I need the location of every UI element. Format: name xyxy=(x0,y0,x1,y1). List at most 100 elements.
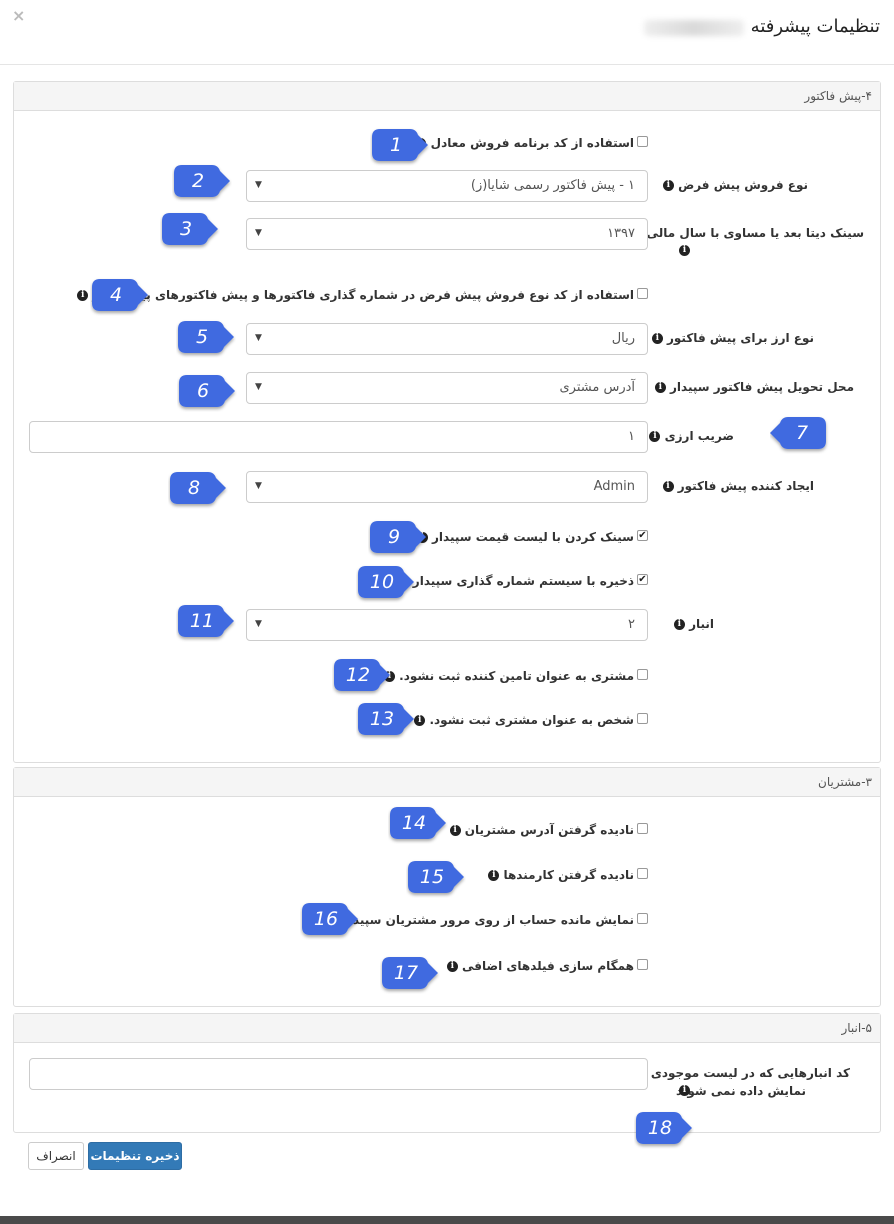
annotation-badge-number: 10 xyxy=(369,571,395,593)
field-f6-label: محل تحویل پیش فاکتور سپیدار i xyxy=(654,380,854,394)
input-f7-value: ۱ xyxy=(628,429,635,444)
select-f3-value: ۱۳۹۷ xyxy=(607,226,635,241)
info-icon[interactable]: i xyxy=(654,382,666,393)
info-icon[interactable]: i xyxy=(662,180,674,191)
field-f9-label: سینک کردن با لیست قیمت سپیدار i xyxy=(416,530,634,544)
blurred-company-name xyxy=(644,20,744,36)
field-f15-label: نادیده گرفتن کارمندها i xyxy=(488,868,634,882)
field-f12-label: مشتری به عنوان تامین کننده ثبت نشود. i xyxy=(383,669,634,683)
field-f14-label: نادیده گرفتن آدرس مشتریان i xyxy=(449,823,634,837)
annotation-badge-number: 16 xyxy=(313,908,339,930)
annotation-badge: 9 xyxy=(368,518,426,556)
field-f18-label-line2: نمایش داده نمی شوند xyxy=(675,1084,806,1098)
chevron-down-icon: ▼ xyxy=(255,619,262,629)
annotation-badge: 14 xyxy=(388,804,446,842)
select-f5-value: ریال xyxy=(611,331,635,346)
select-f6[interactable]: آدرس مشتری ▼ xyxy=(246,372,648,404)
info-icon[interactable]: i xyxy=(488,870,500,881)
field-f8-label: ایجاد کننده پیش فاکتور i xyxy=(662,479,814,493)
annotation-badge-number: 1 xyxy=(389,134,403,156)
checkbox-f4[interactable] xyxy=(637,288,648,299)
annotation-badge-number: 18 xyxy=(647,1117,673,1139)
field-f7-label: ضریب ارزی i xyxy=(649,429,734,443)
info-icon[interactable]: i xyxy=(446,961,458,972)
annotation-badge-number: 13 xyxy=(369,708,395,730)
field-f18-label-line1: کد انبارهایی که در لیست موجودی xyxy=(650,1066,850,1080)
field-f1-label: استفاده از کد برنامه فروش معادل i xyxy=(415,136,634,150)
annotation-badge: 15 xyxy=(406,858,464,896)
checkbox-f16[interactable] xyxy=(637,913,648,924)
close-icon[interactable]: × xyxy=(12,6,25,25)
select-f2-value: ۱ - پیش فاکتور رسمی شایا(ز) xyxy=(470,178,635,193)
info-icon[interactable]: i xyxy=(651,333,663,344)
header-divider xyxy=(0,64,894,65)
info-icon[interactable]: i xyxy=(679,245,690,256)
field-f16-label: نمایش مانده حساب از روی مرور مشتریان سپی… xyxy=(326,913,634,927)
info-icon[interactable]: i xyxy=(673,619,685,630)
annotation-badge: 16 xyxy=(300,900,358,938)
annotation-badge: 2 xyxy=(172,162,230,200)
annotation-badge: 7 xyxy=(770,414,826,452)
checkbox-f15[interactable] xyxy=(637,868,648,879)
annotation-badge-number: 12 xyxy=(345,664,371,686)
annotation-badge: 18 xyxy=(634,1109,692,1147)
checkbox-f9[interactable]: ✔ xyxy=(637,530,648,541)
chevron-down-icon: ▼ xyxy=(255,481,262,491)
select-f5[interactable]: ریال ▼ xyxy=(246,323,648,355)
checkbox-f13[interactable] xyxy=(637,713,648,724)
annotation-badge: 11 xyxy=(176,602,234,640)
annotation-badge: 1 xyxy=(370,126,428,164)
select-f6-value: آدرس مشتری xyxy=(559,380,635,395)
annotation-badge: 4 xyxy=(90,276,148,314)
select-f3[interactable]: ۱۳۹۷ ▼ xyxy=(246,218,648,250)
chevron-down-icon: ▼ xyxy=(255,180,262,190)
chevron-down-icon: ▼ xyxy=(255,333,262,343)
select-f11-value: ۲ xyxy=(628,617,635,632)
input-f7[interactable]: ۱ xyxy=(29,421,648,453)
annotation-badge: 10 xyxy=(356,563,414,601)
annotation-badge-number: 3 xyxy=(179,218,193,240)
annotation-badge-number: 2 xyxy=(191,170,205,192)
chevron-down-icon: ▼ xyxy=(255,382,262,392)
annotation-badge-number: 15 xyxy=(419,866,445,888)
section-invoice-title: ۴-پیش فاکتور xyxy=(14,82,880,111)
bottom-bar xyxy=(0,1216,894,1224)
input-f18[interactable] xyxy=(29,1058,648,1090)
annotation-badge-number: 11 xyxy=(189,610,215,632)
checkbox-f14[interactable] xyxy=(637,823,648,834)
annotation-badge-number: 5 xyxy=(195,326,209,348)
dialog-title: تنظیمات پیشرفته xyxy=(750,16,880,37)
section-warehouse-title: ۵-انبار xyxy=(14,1014,880,1043)
save-button[interactable]: ذخیره تنظیمات xyxy=(88,1142,182,1170)
annotation-badge-number: 4 xyxy=(109,284,123,306)
annotation-badge-number: 8 xyxy=(187,477,201,499)
field-f10-label: ذخیره با سیستم شماره گذاری سپیدار i xyxy=(397,574,634,588)
info-icon[interactable]: i xyxy=(449,825,461,836)
select-f8[interactable]: Admin ▼ xyxy=(246,471,648,503)
annotation-badge: 13 xyxy=(356,700,414,738)
annotation-badge: 5 xyxy=(176,318,234,356)
info-icon[interactable]: i xyxy=(679,1085,690,1096)
annotation-badge-number: 9 xyxy=(387,526,401,548)
checkbox-f10[interactable]: ✔ xyxy=(637,574,648,585)
checkbox-f1[interactable] xyxy=(637,136,648,147)
annotation-badge: 8 xyxy=(168,469,226,507)
annotation-badge-number: 6 xyxy=(196,380,210,402)
annotation-badge-number: 17 xyxy=(393,962,419,984)
field-f3-label: سینک دیتا بعد یا مساوی با سال مالی xyxy=(646,226,864,240)
checkbox-f12[interactable] xyxy=(637,669,648,680)
info-icon[interactable]: i xyxy=(662,481,674,492)
field-f11-label: انبار i xyxy=(673,617,714,631)
field-f13-label: شخص به عنوان مشتری ثبت نشود. i xyxy=(414,713,634,727)
info-icon[interactable]: i xyxy=(77,290,89,301)
cancel-button[interactable]: انصراف xyxy=(28,1142,84,1170)
info-icon[interactable]: i xyxy=(649,431,661,442)
select-f2[interactable]: ۱ - پیش فاکتور رسمی شایا(ز) ▼ xyxy=(246,170,648,202)
select-f11[interactable]: ۲ ▼ xyxy=(246,609,648,641)
annotation-badge: 3 xyxy=(160,210,218,248)
select-f8-value: Admin xyxy=(593,479,635,494)
annotation-badge: 17 xyxy=(380,954,438,992)
checkbox-f17[interactable] xyxy=(637,959,648,970)
field-f4-label: استفاده از کد نوع فروش پیش فرض در شماره … xyxy=(77,288,634,302)
field-f17-label: همگام سازی فیلدهای اضافی i xyxy=(446,959,634,973)
